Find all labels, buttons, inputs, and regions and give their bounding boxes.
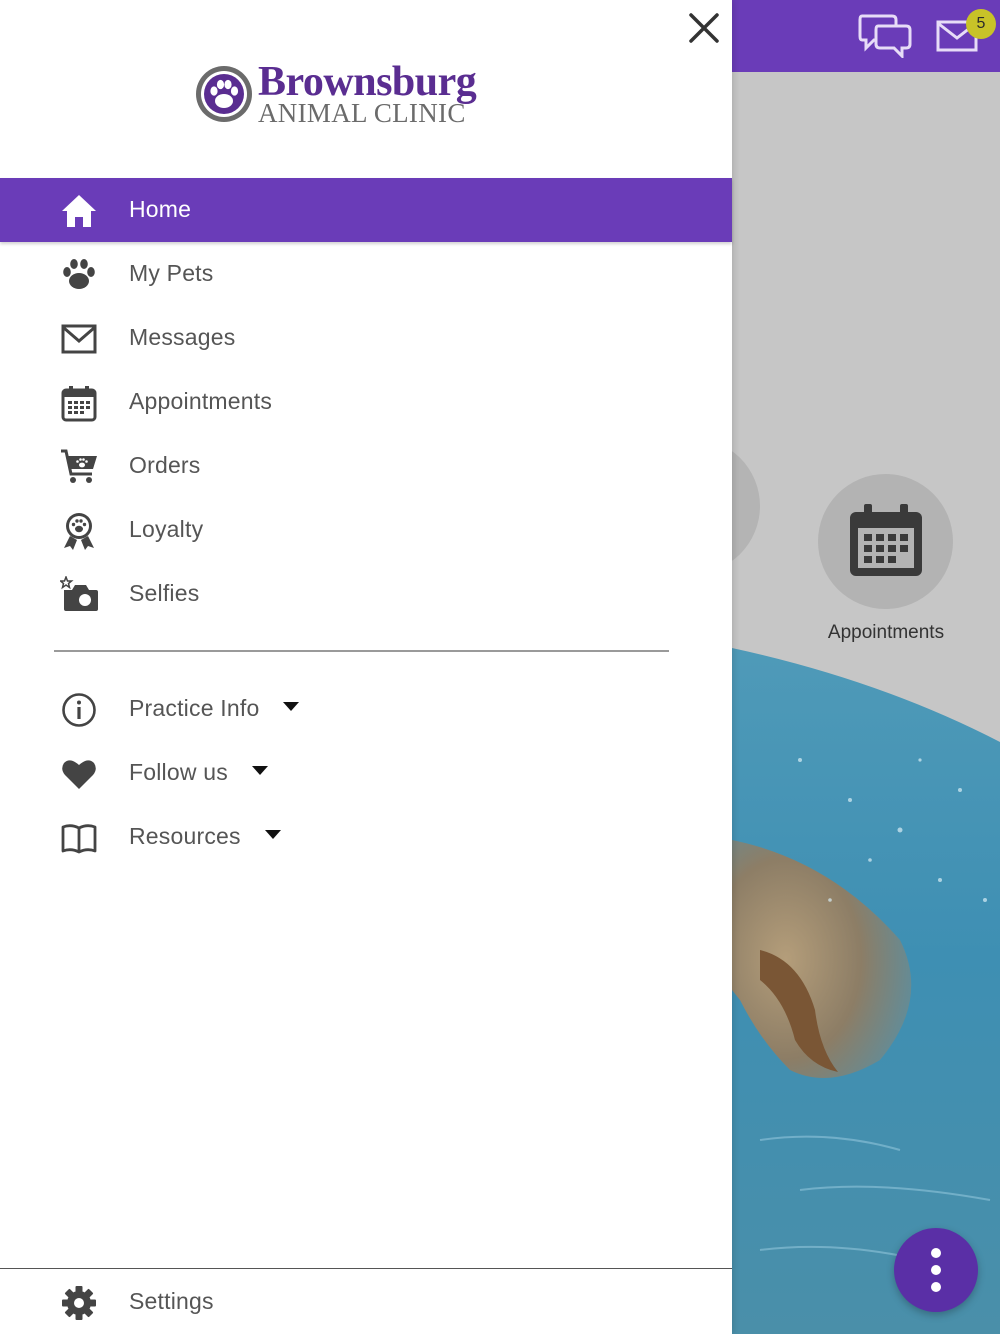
menu-item-my-pets[interactable]: My Pets (0, 242, 732, 306)
home-icon (62, 195, 96, 227)
gear-icon (62, 1286, 96, 1320)
close-icon[interactable] (684, 8, 724, 48)
calendar-icon (61, 386, 97, 422)
appointments-tile-label: Appointments (827, 622, 945, 643)
clinic-logo: Brownsburg ANIMAL CLINIC (194, 59, 494, 130)
menu-item-label: My Pets (129, 260, 214, 286)
menu-item-label: Home (129, 196, 192, 222)
menu-item-messages[interactable]: Messages (0, 306, 732, 370)
logo-subtitle: ANIMAL CLINIC (258, 98, 466, 128)
menu-item-appointments[interactable]: Appointments (0, 370, 732, 434)
menu-item-loyalty[interactable]: Loyalty (0, 498, 732, 562)
settings-divider (0, 1268, 732, 1269)
chat-bubbles-icon[interactable] (858, 12, 912, 58)
menu-item-label: Messages (129, 324, 236, 350)
menu-item-resources[interactable]: Resources (0, 805, 732, 869)
menu-item-label: Settings (129, 1288, 214, 1314)
menu-item-label: Orders (129, 452, 201, 478)
navigation-drawer: Brownsburg ANIMAL CLINIC Home My Pets Me… (0, 0, 732, 1334)
paw-icon (63, 259, 95, 289)
menu-item-orders[interactable]: Orders (0, 434, 732, 498)
caret-down-icon[interactable] (283, 702, 300, 712)
menu-item-home[interactable]: Home (0, 178, 732, 242)
paw-logo-icon (196, 66, 252, 122)
calendar-icon (850, 504, 922, 576)
menu-item-label: Practice Info (129, 695, 260, 721)
camera-star-icon (60, 576, 98, 611)
cart-icon (61, 449, 97, 483)
heart-icon (62, 760, 96, 789)
envelope-icon (61, 324, 97, 354)
caret-down-icon[interactable] (251, 766, 268, 776)
award-ribbon-icon (64, 513, 94, 550)
menu-item-settings[interactable]: Settings (0, 1270, 732, 1334)
menu-item-label: Selfies (129, 580, 200, 606)
menu-item-selfies[interactable]: Selfies (0, 562, 732, 626)
more-options-button[interactable] (894, 1228, 978, 1312)
book-icon (61, 824, 97, 854)
menu-item-practice-info[interactable]: Practice Info (0, 677, 732, 741)
info-icon (62, 693, 96, 727)
more-vertical-icon (931, 1248, 941, 1258)
menu-item-label: Appointments (129, 388, 273, 414)
menu-item-label: Follow us (129, 759, 228, 785)
caret-down-icon[interactable] (264, 830, 281, 840)
notification-badge: 5 (966, 9, 996, 39)
menu-divider (54, 650, 669, 652)
menu-item-label: Resources (129, 823, 241, 849)
menu-item-follow-us[interactable]: Follow us (0, 741, 732, 805)
menu-item-label: Loyalty (129, 516, 204, 542)
